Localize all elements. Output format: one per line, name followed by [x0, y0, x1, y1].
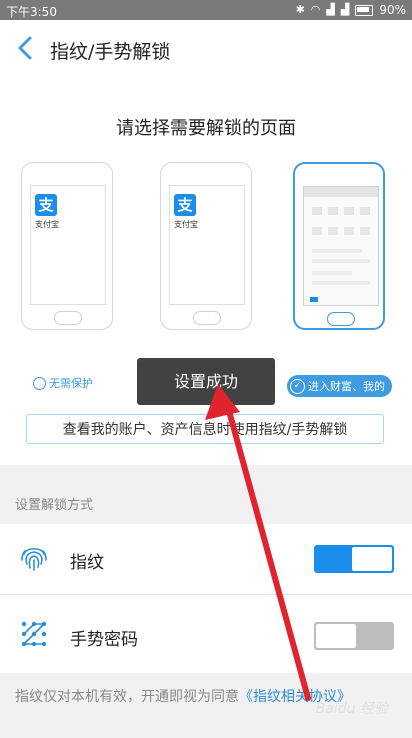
wifi-icon: ◠	[310, 3, 321, 16]
section-label: 设置解锁方式	[15, 498, 94, 513]
alipay-label: 支付宝	[35, 220, 59, 229]
checkmark-icon: ✓	[290, 378, 305, 394]
gesture-label: 手势密码	[70, 630, 138, 650]
option-wealth-mine[interactable]: ✓ 进入财富、我的	[287, 375, 392, 397]
toast-message: 设置成功	[137, 358, 275, 405]
bluetooth-icon: ✱	[295, 3, 305, 16]
page-selector-panel: 请选择需要解锁的页面 支 支付宝 支 支付宝 无需保护 ✓ 进入财富、我的 查看…	[0, 78, 412, 465]
status-time: 下午3:50	[6, 5, 57, 19]
gesture-icon	[21, 621, 47, 647]
setting-row-gesture: 手势密码	[0, 595, 412, 673]
selector-heading: 请选择需要解锁的页面	[116, 118, 296, 139]
phone-preview-wealth[interactable]	[293, 162, 385, 330]
home-button-icon	[193, 311, 221, 325]
info-banner: 查看我的账户、资产信息时使用指纹/手势解锁	[26, 414, 384, 444]
signal-icon: ▟	[326, 3, 335, 16]
battery-percent: 90%	[379, 3, 406, 17]
fingerprint-icon	[21, 547, 47, 571]
status-bar: 下午3:50 ✱ ◠ ▟ ▟ 90%	[0, 0, 412, 20]
setting-row-fingerprint: 指纹	[0, 524, 412, 595]
header: 指纹/手势解锁	[0, 20, 412, 78]
watermark: Baidu 经验	[315, 701, 388, 717]
fingerprint-label: 指纹	[70, 553, 104, 573]
radio-unchecked-icon	[33, 376, 46, 390]
alipay-icon: 支	[35, 194, 57, 216]
footer-notice: 指纹仅对本机有效，开通即视为同意《指纹相关协议》	[15, 689, 351, 705]
phone-preview-no-protect[interactable]: 支 支付宝	[21, 162, 113, 330]
gesture-toggle[interactable]	[314, 622, 394, 650]
alipay-icon: 支	[174, 194, 196, 216]
home-button-icon	[327, 312, 355, 326]
home-button-icon	[54, 311, 82, 325]
signal-icon-2: ▟	[340, 3, 350, 16]
back-arrow-icon[interactable]	[14, 34, 40, 62]
alipay-label: 支付宝	[174, 220, 198, 229]
phone-preview-app-launch[interactable]: 支 支付宝	[160, 162, 252, 330]
option-no-protect[interactable]: 无需保护	[33, 375, 93, 391]
page-title: 指纹/手势解锁	[50, 41, 171, 63]
fingerprint-toggle[interactable]	[314, 545, 394, 573]
battery-icon	[355, 4, 374, 16]
